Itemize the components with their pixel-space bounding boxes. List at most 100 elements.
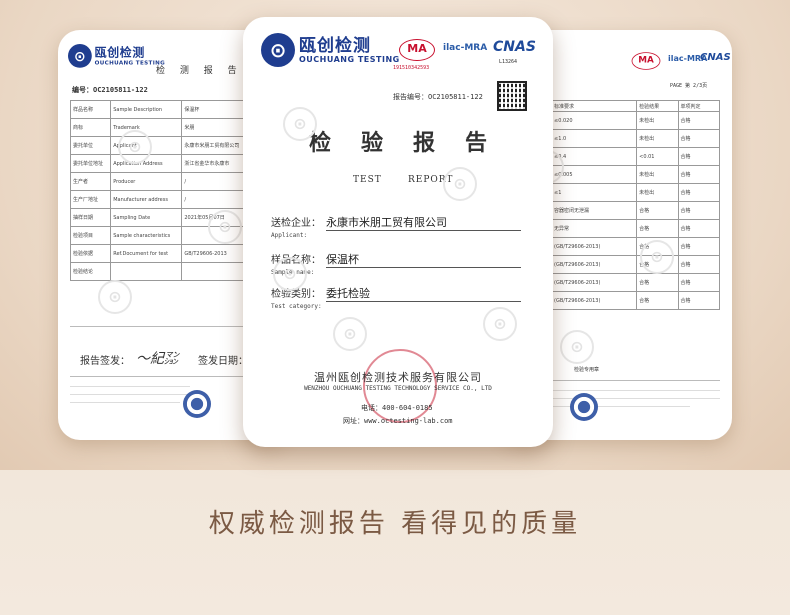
table-cell: 合格 [677,255,721,274]
table-cell: 委托单位地址 [69,154,112,173]
left-logo: ⊙ 瓯创检测 OUCHUANG TESTING [68,44,165,68]
table-header-cell: 标准要求 [551,100,638,112]
cnas-number: L13264 [499,59,518,65]
table-cell: 米朋 [181,118,252,137]
table-cell [110,262,183,281]
table-cell: 抽样日期 [69,208,112,227]
left-report-header: 检 测 报 告 [156,66,243,76]
applicant-value: 永康市米朋工贸有限公司 [326,214,521,231]
field-sample-name: 样品名称： 保温杯 Sample name: [271,251,526,276]
table-cell: ≤0.020 [551,111,638,130]
table-cell: 合格 [677,201,721,220]
table-cell: 委托单位 [69,136,112,155]
table-cell: 合格 [677,111,721,130]
table-cell: 未检出 [636,111,679,130]
table-cell: Manufacturer address [110,190,183,209]
table-cell: Sampling Date [110,208,183,227]
left-report-no: 编号：OC2105811-122 [72,86,148,94]
table-cell: ≤0.4 [551,147,638,166]
table-header-cell: 单项判定 [677,100,721,112]
logo-name: 瓯创检测 [94,45,145,60]
logo-name: 瓯创检测 [299,35,371,56]
table-cell: (GB/T29606-2013) [551,273,638,292]
logo-subtitle: OUCHUANG TESTING [94,59,166,66]
right-page-label: PAGE 第 2/3页 [670,83,708,89]
table-cell: / [181,172,252,191]
table-cell: 样品名称 [69,100,112,119]
table-cell [181,262,252,281]
test-category-value: 委托检验 [326,285,521,302]
report-title-en-1: TEST [353,175,382,185]
report-no: OC2105811-122 [428,93,483,101]
table-cell: 合格 [636,219,679,238]
center-logo: ⊙ 瓯创检测 OUCHUANG TESTING [261,33,400,67]
table-cell: 容器密闭无泄漏 [551,201,638,220]
table-cell: 合格 [677,219,721,238]
phone: 400-604-0185 [382,404,433,412]
table-cell: 检验结论 [69,262,112,281]
table-cell: ≤1 [551,183,638,202]
ouchuang-logo-icon: ⊙ [261,33,295,67]
table-cell: Producer [110,172,183,191]
left-date-label: 签发日期： [198,356,248,367]
table-cell: 合格 [677,147,721,166]
table-cell: (GB/T29606-2013) [551,291,638,310]
table-cell: 检验依据 [69,244,112,263]
company-name-cn: 温州瓯创检测技术服务有限公司 [314,371,482,384]
table-cell: 浙江省金华市永康市 [181,154,252,173]
center-report-page: ⊙ 瓯创检测 OUCHUANG TESTING MA 191510342593 … [243,17,553,447]
table-header-cell: 检验结果 [636,100,679,112]
right-cnas-icon: CNAS [700,52,731,63]
table-cell: <0.01 [636,147,679,166]
phone-label: 电话： [361,404,382,412]
table-cell: / [181,190,252,209]
table-cell: ≤0.005 [551,165,638,184]
caption: 权威检测报告 看得见的质量 [208,509,582,539]
table-cell: GB/T29606-2013 [181,244,252,263]
handwritten-signature: 〜紀㍇ [136,351,178,367]
field-applicant: 送检企业： 永康市米朋工贸有限公司 Applicant: [271,214,526,239]
table-cell: ≤1.0 [551,129,638,148]
qr-code [497,81,527,111]
table-cell: 未检出 [636,165,679,184]
table-cell: 合格 [677,165,721,184]
right-ma-icon: MA [631,52,661,70]
table-cell: 合格 [677,291,721,310]
table-cell: Sample characteristics [110,226,183,245]
table-cell: (GB/T29606-2013) [551,255,638,274]
table-cell: 生产者 [69,172,112,191]
table-cell: (GB/T29606-2013) [551,237,638,256]
left-signer-label: 报告签发： [80,356,130,367]
right-stamp-label: 检验专用章 [574,367,600,373]
ouchuang-logo-icon: ⊙ [68,44,92,68]
table-cell: 合格 [636,291,679,310]
table-cell: 合格 [677,273,721,292]
table-cell: 合格 [677,237,721,256]
web-label: 网址： [343,417,364,425]
table-cell: 永康市米朋工贸有限公司 [181,136,252,155]
table-cell: Ref.Document for test [110,244,183,263]
table-cell: 未检出 [636,129,679,148]
company-name-en: WENZHOU OUCHUANG TESTING TECHNOLOGY SERV… [304,385,492,392]
table-cell: 合格 [677,183,721,202]
cnas-icon: CNAS [493,39,536,55]
ma-number: 191510342593 [393,65,430,71]
table-cell: 未检出 [636,183,679,202]
table-cell: 检验项目 [69,226,112,245]
cnas-badge-icon [183,390,211,418]
ilac-mra-icon: ilac-MRA [443,43,488,53]
table-cell: 无异常 [551,219,638,238]
table-cell: Sample Description [110,100,183,119]
sample-name-value: 保温杯 [326,251,521,268]
ma-cert-icon: MA [399,39,435,61]
table-cell: 商标 [69,118,112,137]
table-cell: 合格 [636,273,679,292]
report-no-label: 报告编号： [393,93,428,101]
table-cell: 合格 [636,201,679,220]
field-test-category: 检验类别： 委托检验 Test category: [271,285,526,310]
table-cell: 合格 [677,129,721,148]
right-cnas-badge-icon [570,393,598,421]
table-cell: 生产厂地址 [69,190,112,209]
website: www.octesting-lab.com [364,417,453,425]
table-cell: 保温杯 [181,100,252,119]
